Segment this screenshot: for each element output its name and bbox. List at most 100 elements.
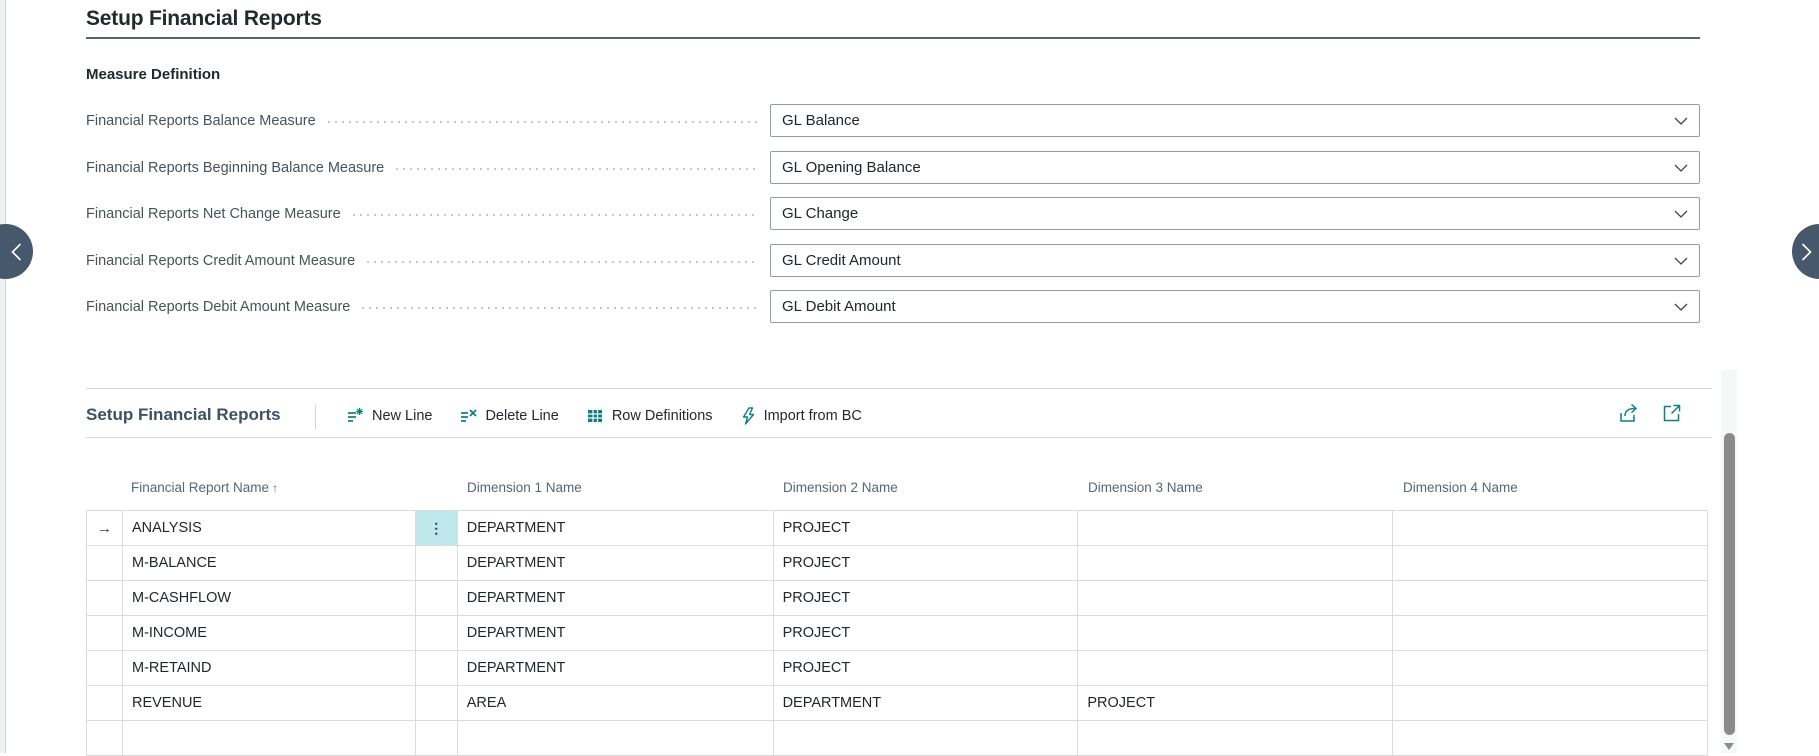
cell-dimension-1[interactable]: DEPARTMENT [458, 616, 774, 650]
cell-dimension-1[interactable]: DEPARTMENT [458, 511, 774, 545]
cell-dimension-4[interactable] [1393, 581, 1709, 615]
new-line-button[interactable]: New Line [346, 407, 432, 425]
cell-financial-report-name[interactable]: M-BALANCE [123, 546, 416, 580]
cell-dimension-1[interactable]: DEPARTMENT [458, 651, 774, 685]
cell-dimension-3[interactable]: PROJECT [1078, 686, 1394, 720]
field-label: Financial Reports Debit Amount Measure [86, 298, 351, 315]
field-row-debit-amount-measure: Financial Reports Debit Amount Measure [86, 290, 766, 323]
field-row-credit-amount-measure: Financial Reports Credit Amount Measure [86, 244, 766, 277]
row-options-button[interactable]: ⋮ [415, 511, 458, 545]
vertical-scrollbar-thumb[interactable] [1724, 433, 1735, 735]
delete-line-button[interactable]: Delete Line [459, 407, 559, 425]
dropdown-value: GL Credit Amount [782, 252, 901, 269]
cell-dimension-1[interactable]: DEPARTMENT [458, 546, 774, 580]
cell-dimension-2[interactable]: PROJECT [774, 616, 1079, 650]
debit-amount-measure-dropdown[interactable]: GL Debit Amount [770, 290, 1700, 323]
row-selector-cell[interactable] [87, 616, 123, 650]
new-line-icon [348, 408, 363, 422]
cell-financial-report-name[interactable] [123, 721, 416, 755]
row-options-cell[interactable] [416, 651, 458, 685]
cell-dimension-3[interactable] [1078, 546, 1394, 580]
table-row-m-retaind: M-RETAIND DEPARTMENT PROJECT [86, 651, 1709, 686]
column-header-label: Financial Report Name [131, 480, 270, 495]
net-change-measure-dropdown[interactable]: GL Change [770, 197, 1700, 230]
row-options-cell[interactable] [416, 546, 458, 580]
table-row-m-cashflow: M-CASHFLOW DEPARTMENT PROJECT [86, 581, 1709, 616]
cell-dimension-3[interactable] [1078, 511, 1394, 545]
cell-dimension-1[interactable] [458, 721, 774, 755]
row-selector-cell[interactable]: → [87, 511, 123, 545]
cell-dimension-4[interactable] [1393, 511, 1709, 545]
cell-dimension-2[interactable]: PROJECT [774, 651, 1079, 685]
row-selector-cell[interactable] [87, 581, 123, 615]
next-record-button[interactable] [1792, 224, 1819, 279]
column-header-dimension-4-name[interactable]: Dimension 4 Name [1403, 480, 1518, 495]
dropdown-value: GL Balance [782, 112, 860, 129]
table-row-empty [86, 721, 1709, 756]
cell-financial-report-name[interactable]: ANALYSIS [123, 511, 416, 545]
share-button[interactable] [1618, 402, 1641, 424]
cell-dimension-4[interactable] [1393, 651, 1709, 685]
toolbar-button-label: New Line [372, 408, 433, 424]
row-options-cell[interactable] [416, 581, 458, 615]
cell-dimension-3[interactable] [1078, 581, 1394, 615]
cell-dimension-4[interactable] [1393, 616, 1709, 650]
dotted-leader [352, 213, 758, 216]
row-selector-cell[interactable] [87, 686, 123, 720]
chevron-down-icon [1674, 303, 1688, 311]
row-definitions-button[interactable]: Row Definitions [586, 407, 713, 425]
cell-dimension-2[interactable]: PROJECT [774, 581, 1079, 615]
cell-dimension-1[interactable]: AREA [458, 686, 774, 720]
cell-dimension-2[interactable]: PROJECT [774, 511, 1079, 545]
dropdown-value: GL Opening Balance [782, 159, 921, 176]
column-header-financial-report-name[interactable]: Financial Report Name ↑ [131, 480, 278, 495]
cell-dimension-3[interactable] [1078, 651, 1394, 685]
chevron-down-icon [1674, 117, 1688, 125]
cell-financial-report-name[interactable]: REVENUE [123, 686, 416, 720]
cell-dimension-4[interactable] [1393, 546, 1709, 580]
financial-reports-table: → ANALYSIS ⋮ DEPARTMENT PROJECT M-BALANC… [86, 510, 1709, 756]
credit-amount-measure-dropdown[interactable]: GL Credit Amount [770, 244, 1700, 277]
section-divider [86, 388, 1712, 389]
cell-dimension-4[interactable] [1393, 686, 1709, 720]
previous-record-button[interactable] [0, 224, 33, 279]
toolbar-button-label: Import from BC [763, 408, 862, 424]
row-selector-cell[interactable] [87, 546, 123, 580]
cell-dimension-3[interactable] [1078, 616, 1394, 650]
column-header-dimension-1-name[interactable]: Dimension 1 Name [467, 480, 582, 495]
dotted-leader [367, 260, 758, 263]
chevron-down-icon [1674, 164, 1688, 172]
table-row-m-balance: M-BALANCE DEPARTMENT PROJECT [86, 546, 1709, 581]
beginning-balance-measure-dropdown[interactable]: GL Opening Balance [770, 151, 1700, 184]
row-options-cell[interactable] [416, 616, 458, 650]
cell-dimension-1[interactable]: DEPARTMENT [458, 581, 774, 615]
row-selector-cell[interactable] [87, 721, 123, 755]
row-selector-cell[interactable] [87, 651, 123, 685]
table-row-revenue: REVENUE AREA DEPARTMENT PROJECT [86, 686, 1709, 721]
cell-dimension-4[interactable] [1393, 721, 1709, 755]
cell-dimension-2[interactable]: PROJECT [774, 546, 1079, 580]
cell-financial-report-name[interactable]: M-RETAIND [123, 651, 416, 685]
list-header-actions [1618, 402, 1683, 424]
row-options-cell[interactable] [416, 721, 458, 755]
list-toolbar: New Line Delete Line Row Definitions Imp… [346, 401, 862, 431]
toolbar-button-label: Row Definitions [611, 408, 713, 424]
dropdown-value: GL Debit Amount [782, 298, 896, 315]
column-header-dimension-3-name[interactable]: Dimension 3 Name [1088, 480, 1203, 495]
scrollbar-down-arrow-icon[interactable] [1724, 743, 1734, 750]
column-header-dimension-2-name[interactable]: Dimension 2 Name [783, 480, 898, 495]
expand-button[interactable] [1661, 402, 1683, 424]
chevron-left-icon [11, 243, 22, 261]
cell-dimension-3[interactable] [1078, 721, 1394, 755]
cell-financial-report-name[interactable]: M-INCOME [123, 616, 416, 650]
list-section-heading: Setup Financial Reports [86, 405, 281, 424]
cell-dimension-2[interactable] [774, 721, 1079, 755]
expand-icon [1663, 404, 1681, 422]
cell-dimension-2[interactable]: DEPARTMENT [774, 686, 1079, 720]
dotted-leader [362, 306, 758, 309]
balance-measure-dropdown[interactable]: GL Balance [770, 104, 1700, 137]
import-from-bc-button[interactable]: Import from BC [740, 407, 862, 425]
cell-financial-report-name[interactable]: M-CASHFLOW [123, 581, 416, 615]
row-options-cell[interactable] [416, 686, 458, 720]
left-edge-rail [0, 0, 6, 753]
